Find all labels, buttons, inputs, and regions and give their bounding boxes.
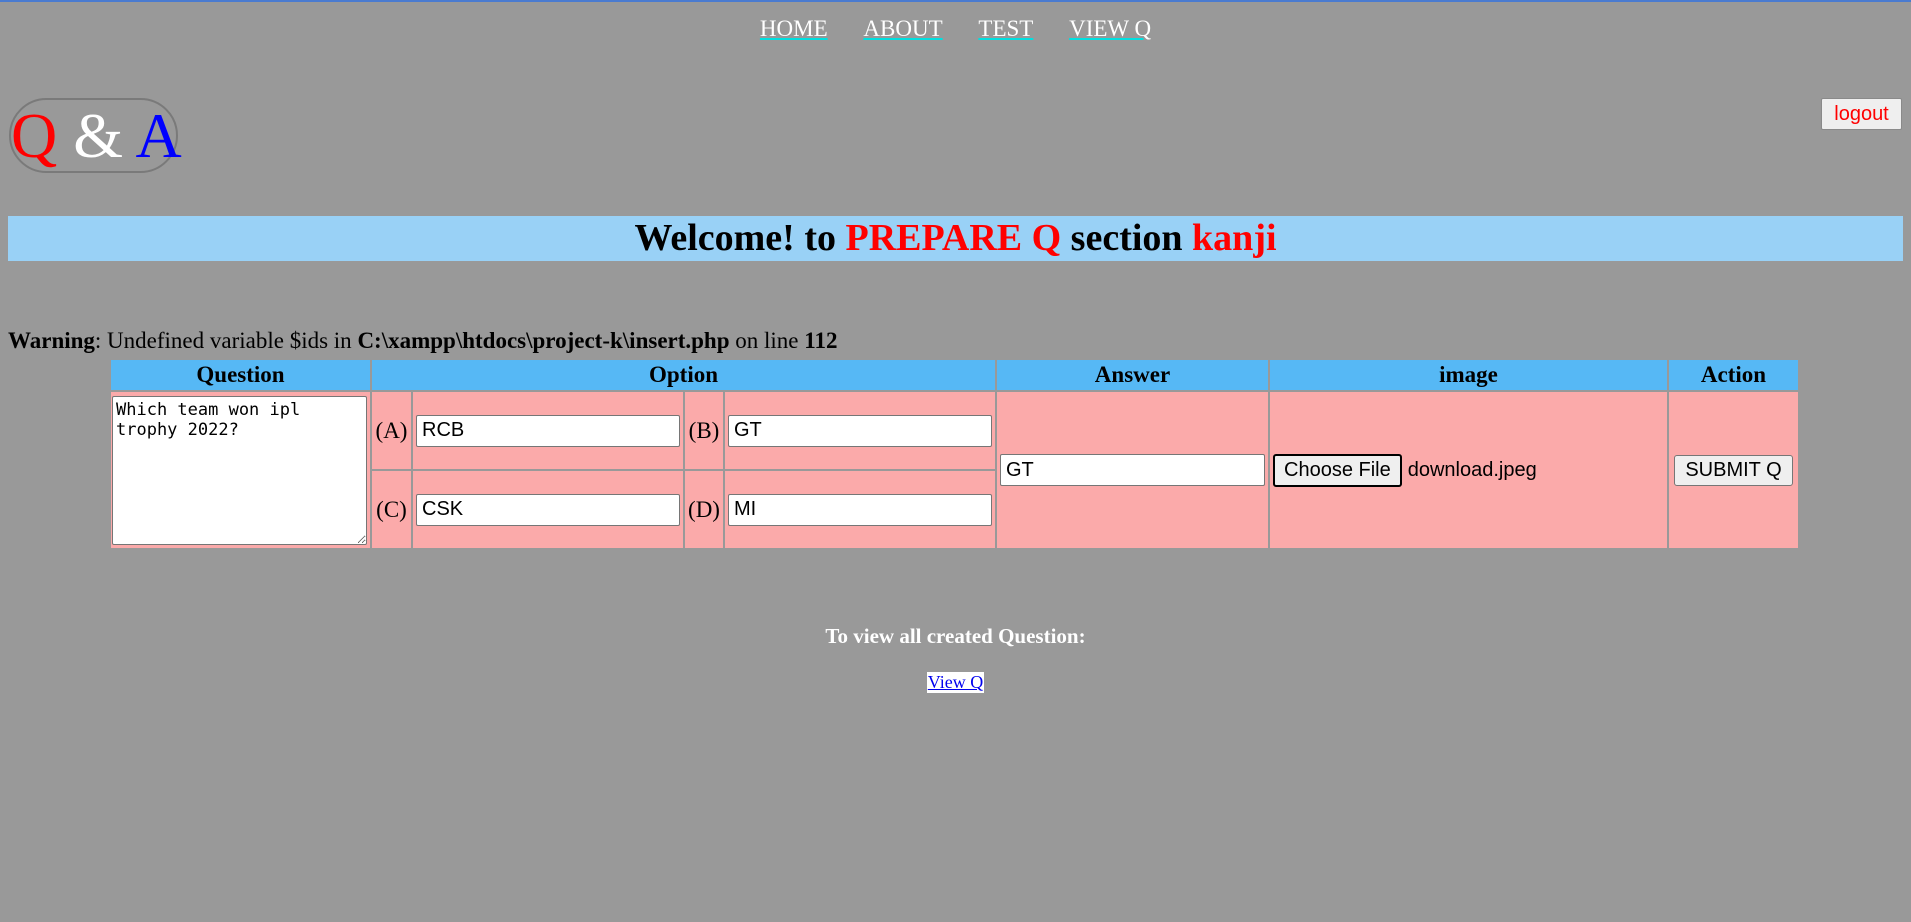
option-c-input[interactable]: [416, 493, 680, 526]
logo-q: Q: [11, 100, 58, 171]
header-image: image: [1270, 360, 1667, 390]
view-all-text: To view all created Question:: [825, 624, 1086, 648]
php-warning: Warning: Undefined variable $ids in C:\x…: [8, 328, 838, 354]
submit-q-button[interactable]: SUBMIT Q: [1674, 454, 1793, 486]
option-d-input[interactable]: [728, 493, 992, 526]
action-cell: SUBMIT Q: [1669, 392, 1798, 548]
banner-welcome: Welcome! to: [634, 217, 836, 259]
warning-on-line: on line: [735, 328, 799, 353]
nav-test-link[interactable]: TEST: [978, 16, 1033, 41]
option-d-letter: (D): [685, 471, 723, 548]
banner-user: kanji: [1192, 217, 1277, 259]
nav-view-q-link[interactable]: VIEW Q: [1069, 16, 1151, 41]
logo-amp: &: [73, 100, 123, 171]
warning-path: C:\xampp\htdocs\project-k\insert.php: [357, 328, 730, 353]
warning-message: : Undefined variable $ids in: [94, 328, 352, 353]
header-question: Question: [111, 360, 370, 390]
image-cell: Choose File download.jpeg: [1270, 392, 1667, 548]
answer-input[interactable]: [1000, 454, 1265, 486]
option-a-letter: (A): [372, 392, 411, 469]
qa-logo: Q & A: [9, 98, 182, 173]
warning-label: Warning: [8, 328, 95, 353]
header-action: Action: [1669, 360, 1798, 390]
nav-home-link[interactable]: HOME: [760, 16, 828, 41]
top-nav: HOME ABOUT TEST VIEW Q: [0, 16, 1911, 42]
welcome-banner: Welcome! to PREPARE Q section kanji: [8, 216, 1903, 261]
question-form-table: Question Option Answer image Action Whic…: [109, 358, 1800, 550]
option-a-cell: [413, 392, 683, 469]
view-q-link[interactable]: View Q: [926, 672, 985, 693]
answer-cell: [997, 392, 1268, 548]
file-input: Choose File download.jpeg: [1270, 453, 1667, 487]
warning-line: 112: [804, 328, 838, 353]
option-b-letter: (B): [685, 392, 723, 469]
file-name: download.jpeg: [1407, 458, 1537, 481]
banner-section-word: section: [1070, 217, 1183, 259]
table-header-row: Question Option Answer image Action: [111, 360, 1798, 390]
nav-about-link[interactable]: ABOUT: [863, 16, 942, 41]
banner-section-name: PREPARE Q: [845, 217, 1062, 259]
logo-a: A: [135, 100, 182, 171]
table-row: Which team won ipl trophy 2022? (A) (B) …: [111, 392, 1798, 548]
option-c-letter: (C): [372, 471, 411, 548]
question-textarea[interactable]: Which team won ipl trophy 2022?: [112, 395, 367, 545]
header-option: Option: [372, 360, 995, 390]
option-b-input[interactable]: [728, 414, 992, 447]
view-link-wrap: View Q: [0, 672, 1911, 693]
question-cell: Which team won ipl trophy 2022?: [111, 392, 370, 548]
header-answer: Answer: [997, 360, 1268, 390]
option-a-input[interactable]: [416, 414, 680, 447]
option-d-cell: [725, 471, 995, 548]
option-b-cell: [725, 392, 995, 469]
option-c-cell: [413, 471, 683, 548]
logout-button[interactable]: logout: [1821, 98, 1902, 130]
choose-file-button[interactable]: Choose File: [1273, 453, 1402, 487]
